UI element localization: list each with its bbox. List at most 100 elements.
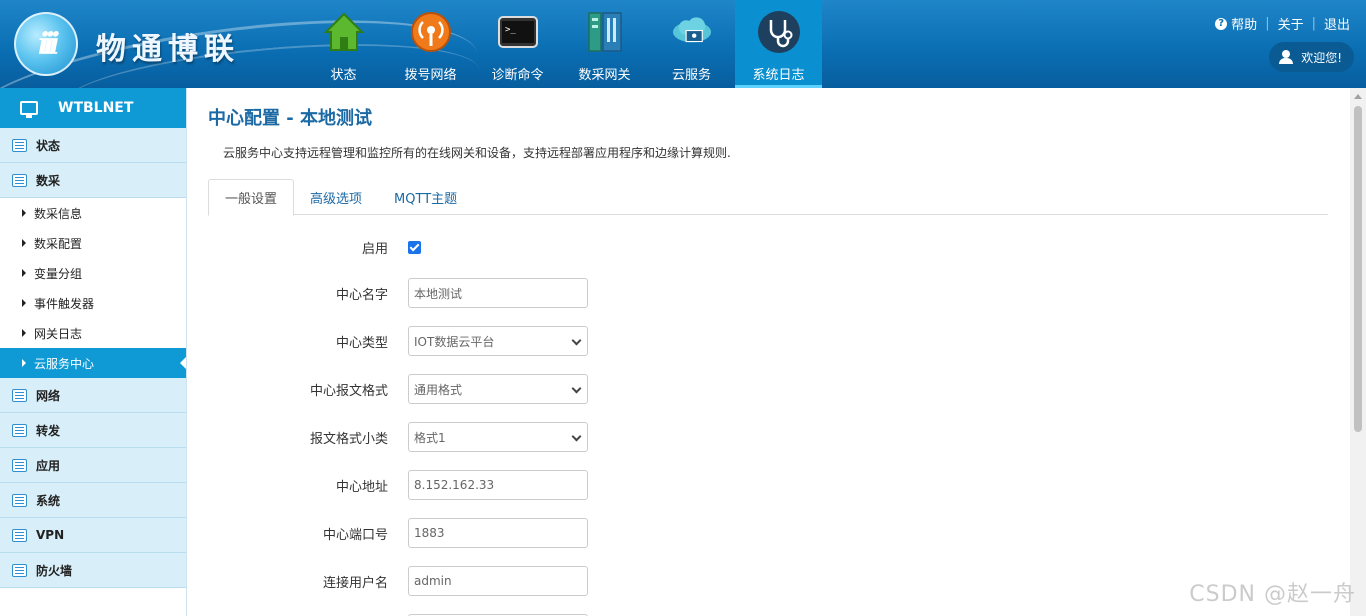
center-port-input[interactable]: 1883: [408, 518, 588, 548]
welcome-text: 欢迎您!: [1301, 50, 1342, 65]
form-row-type: 中心类型 IOT数据云平台: [187, 326, 887, 356]
nav-cloud[interactable]: 云服务: [648, 0, 735, 88]
vertical-scrollbar[interactable]: [1350, 88, 1366, 616]
chevron-down-icon: [571, 335, 582, 346]
type-label: 中心类型: [335, 335, 388, 351]
enable-label: 启用: [361, 241, 388, 257]
sidebar-group-label: 网络: [36, 388, 61, 403]
list-icon: [12, 173, 27, 187]
scroll-up-icon[interactable]: [1354, 94, 1362, 99]
divider: |: [1311, 16, 1316, 31]
sidebar-item-label: 事件触发器: [34, 296, 95, 311]
sidebar-item-event-trigger[interactable]: 事件触发器: [0, 288, 186, 318]
sidebar-item-collect-config[interactable]: 数采配置: [0, 228, 186, 258]
nav-status[interactable]: 状态: [300, 0, 387, 88]
list-icon: [12, 563, 27, 577]
logout-link[interactable]: 退出: [1324, 14, 1350, 33]
welcome-badge[interactable]: 欢迎您!: [1269, 42, 1354, 72]
name-label: 中心名字: [335, 287, 388, 303]
nav-syslog[interactable]: 系统日志: [735, 0, 822, 88]
about-link[interactable]: 关于: [1278, 14, 1304, 33]
gateway-icon: [583, 10, 627, 54]
sidebar-item-gateway-log[interactable]: 网关日志: [0, 318, 186, 348]
tab-bar: 一般设置 高级选项 MQTT主题: [208, 179, 1328, 216]
list-icon: [12, 388, 27, 402]
caret-right-icon: [22, 239, 26, 247]
sidebar-item-label: 数采配置: [34, 236, 83, 251]
user-icon: [1279, 50, 1294, 64]
sidebar-group-label: 转发: [36, 423, 61, 438]
sidebar-group-vpn[interactable]: VPN: [0, 518, 186, 553]
sidebar-group-label: 应用: [36, 458, 61, 473]
nav-dialup-label: 拨号网络: [404, 68, 457, 83]
sidebar-group-label: 系统: [36, 493, 61, 508]
list-icon: [12, 138, 27, 152]
username-input[interactable]: admin: [408, 566, 588, 596]
help-link[interactable]: 帮助: [1231, 14, 1257, 33]
form-row-address: 中心地址 8.152.162.33: [187, 470, 887, 500]
chevron-down-icon: [571, 431, 582, 442]
form-row-username: 连接用户名 admin: [187, 566, 887, 596]
sidebar-group-forward[interactable]: 转发: [0, 413, 186, 448]
brand-name: 物通博联: [96, 32, 240, 67]
tab-general[interactable]: 一般设置: [208, 179, 295, 216]
nav-diagnostics[interactable]: >_ 诊断命令: [474, 0, 561, 88]
house-icon: [322, 10, 366, 54]
sidebar-group-app[interactable]: 应用: [0, 448, 186, 483]
sidebar-item-variable-group[interactable]: 变量分组: [0, 258, 186, 288]
stethoscope-icon: [757, 10, 801, 54]
nav-gateway[interactable]: 数采网关: [561, 0, 648, 88]
center-address-input[interactable]: 8.152.162.33: [408, 470, 588, 500]
center-type-value: IOT数据云平台: [414, 334, 495, 349]
center-name-input[interactable]: 本地测试: [408, 278, 588, 308]
address-label: 中心地址: [335, 479, 388, 495]
sidebar-group-label: VPN: [36, 528, 65, 542]
subformat-label: 报文格式小类: [309, 431, 388, 447]
chevron-down-icon: [571, 383, 582, 394]
broadcast-icon: [409, 10, 453, 54]
svg-text:>_: >_: [505, 25, 516, 35]
message-format-select[interactable]: 通用格式: [408, 374, 588, 404]
top-header: iii 物通博联 状态 拨号网络 >_ 诊断命令 数采网关 云服务 系统日志 ?…: [0, 0, 1366, 88]
sidebar-group-label: 防火墙: [36, 563, 73, 578]
port-label: 中心端口号: [322, 527, 388, 543]
list-icon: [12, 528, 27, 542]
sidebar-item-collect-info[interactable]: 数采信息: [0, 198, 186, 228]
sidebar-group-firewall[interactable]: 防火墙: [0, 553, 186, 588]
enable-checkbox[interactable]: [408, 240, 421, 254]
caret-right-icon: [22, 209, 26, 217]
nav-dialup[interactable]: 拨号网络: [387, 0, 474, 88]
center-type-select[interactable]: IOT数据云平台: [408, 326, 588, 356]
sidebar-group-network[interactable]: 网络: [0, 378, 186, 413]
list-icon: [12, 458, 27, 472]
nav-diagnostics-label: 诊断命令: [491, 68, 544, 83]
sidebar-group-collect[interactable]: 数采: [0, 163, 186, 198]
top-links: ? 帮助 | 关于 | 退出: [1215, 14, 1350, 33]
sidebar-group-system[interactable]: 系统: [0, 483, 186, 518]
watermark: CSDN @赵一舟: [1189, 582, 1356, 607]
caret-right-icon: [22, 329, 26, 337]
page-title: 中心配置 - 本地测试: [208, 108, 373, 129]
sidebar: WTBLNET 状态 数采 数采信息 数采配置 变量分组 事件触发器 网关日志 …: [0, 88, 187, 616]
nav-status-label: 状态: [330, 68, 357, 83]
sidebar-item-cloud-center[interactable]: 云服务中心: [0, 348, 186, 378]
sidebar-group-label: 数采: [36, 173, 61, 188]
tab-mqtt[interactable]: MQTT主题: [378, 179, 473, 215]
message-subformat-select[interactable]: 格式1: [408, 422, 588, 452]
page-description: 云服务中心支持远程管理和监控所有的在线网关和设备，支持远程部署应用程序和边缘计算…: [223, 146, 731, 160]
tab-advanced[interactable]: 高级选项: [294, 179, 378, 215]
sidebar-brand: WTBLNET: [0, 88, 186, 128]
sidebar-item-label: 变量分组: [34, 266, 83, 281]
form-row-name: 中心名字 本地测试: [187, 278, 887, 308]
scrollbar-thumb[interactable]: [1354, 106, 1362, 432]
sidebar-group-label: 状态: [36, 138, 61, 153]
sidebar-item-label: 数采信息: [34, 206, 83, 221]
sidebar-group-status[interactable]: 状态: [0, 128, 186, 163]
monitor-icon: [20, 101, 38, 118]
help-icon: ?: [1215, 17, 1228, 30]
cloud-icon: [670, 10, 714, 54]
main-nav: 状态 拨号网络 >_ 诊断命令 数采网关 云服务 系统日志: [300, 0, 822, 88]
form-row-port: 中心端口号 1883: [187, 518, 887, 548]
nav-cloud-label: 云服务: [671, 68, 711, 83]
message-format-value: 通用格式: [414, 382, 463, 397]
